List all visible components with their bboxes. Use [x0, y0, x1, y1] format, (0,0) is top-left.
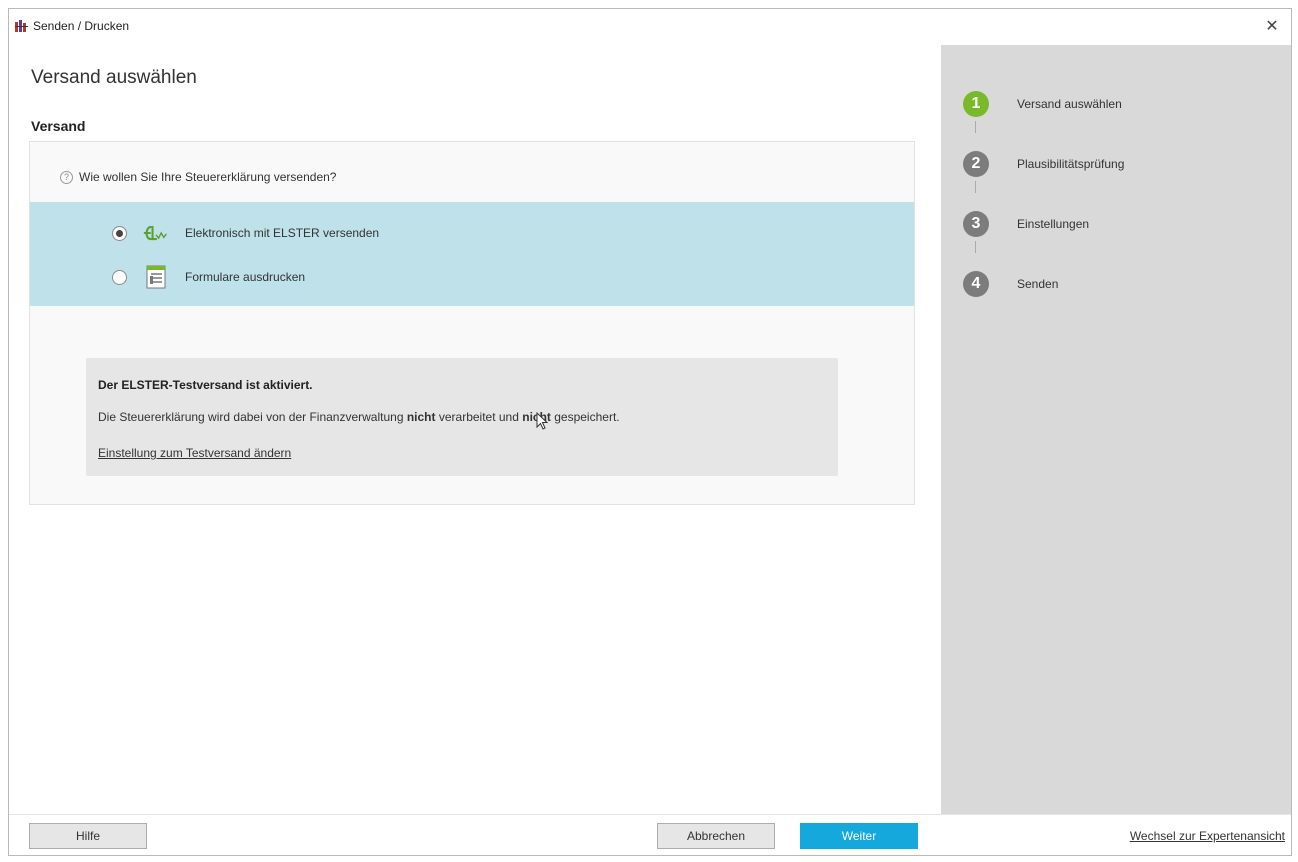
mouse-cursor-icon	[536, 412, 548, 430]
section-title: Versand	[31, 118, 86, 134]
info-title: Der ELSTER-Testversand ist aktiviert.	[98, 378, 313, 392]
dialog-footer: Hilfe Abbrechen Weiter Wechsel zur Exper…	[9, 814, 1291, 855]
step-3-number: 3	[963, 211, 989, 237]
step-3-label: Einstellungen	[1017, 217, 1090, 231]
step-2: 2 Plausibilitätsprüfung	[963, 151, 1124, 177]
step-4-label: Senden	[1017, 277, 1059, 291]
option-print-label: Formulare ausdrucken	[185, 270, 306, 284]
step-2-number: 2	[963, 151, 989, 177]
next-button[interactable]: Weiter	[800, 823, 918, 849]
shipping-options: Elektronisch mit ELSTER versenden Formul…	[30, 202, 914, 306]
send-print-dialog: Senden / Drucken ✕ Versand auswählen Ver…	[8, 8, 1292, 856]
step-4-number: 4	[963, 271, 989, 297]
elster-icon	[143, 222, 169, 244]
step-1-number: 1	[963, 91, 989, 117]
step-connector	[975, 241, 976, 253]
step-1-label: Versand auswählen	[1017, 97, 1122, 111]
radio-print[interactable]	[112, 269, 127, 285]
radio-elster[interactable]	[112, 225, 127, 241]
step-connector	[975, 121, 976, 133]
cancel-button[interactable]: Abbrechen	[657, 823, 775, 849]
step-connector	[975, 181, 976, 193]
page-title: Versand auswählen	[31, 67, 197, 88]
question-help-icon[interactable]: ?	[60, 170, 73, 184]
close-icon: ✕	[1265, 18, 1279, 35]
option-print[interactable]: Formulare ausdrucken	[112, 264, 305, 290]
close-button[interactable]: ✕	[1259, 13, 1285, 39]
step-1: 1 Versand auswählen	[963, 91, 1122, 117]
test-mode-info: Der ELSTER-Testversand ist aktiviert. Di…	[86, 358, 838, 476]
question-text: Wie wollen Sie Ihre Steuererklärung vers…	[79, 170, 337, 184]
form-print-icon	[143, 265, 169, 289]
main-content: Versand auswählen Versand ? Wie wollen S…	[9, 45, 941, 815]
shipping-question: ? Wie wollen Sie Ihre Steuererklärung ve…	[60, 170, 336, 184]
expert-view-link[interactable]: Wechsel zur Expertenansicht	[1130, 829, 1285, 843]
shipping-card: ? Wie wollen Sie Ihre Steuererklärung ve…	[29, 141, 915, 505]
help-button[interactable]: Hilfe	[29, 823, 147, 849]
window-title: Senden / Drucken	[33, 19, 130, 33]
app-icon	[15, 20, 28, 32]
option-elster[interactable]: Elektronisch mit ELSTER versenden	[112, 220, 379, 246]
step-2-label: Plausibilitätsprüfung	[1017, 157, 1125, 171]
title-bar: Senden / Drucken ✕	[9, 9, 1291, 45]
step-3: 3 Einstellungen	[963, 211, 1089, 237]
option-elster-label: Elektronisch mit ELSTER versenden	[185, 226, 380, 240]
steps-panel: 1 Versand auswählen 2 Plausibilitätsprüf…	[941, 45, 1291, 815]
change-test-setting-link[interactable]: Einstellung zum Testversand ändern	[98, 446, 291, 460]
step-4: 4 Senden	[963, 271, 1058, 297]
